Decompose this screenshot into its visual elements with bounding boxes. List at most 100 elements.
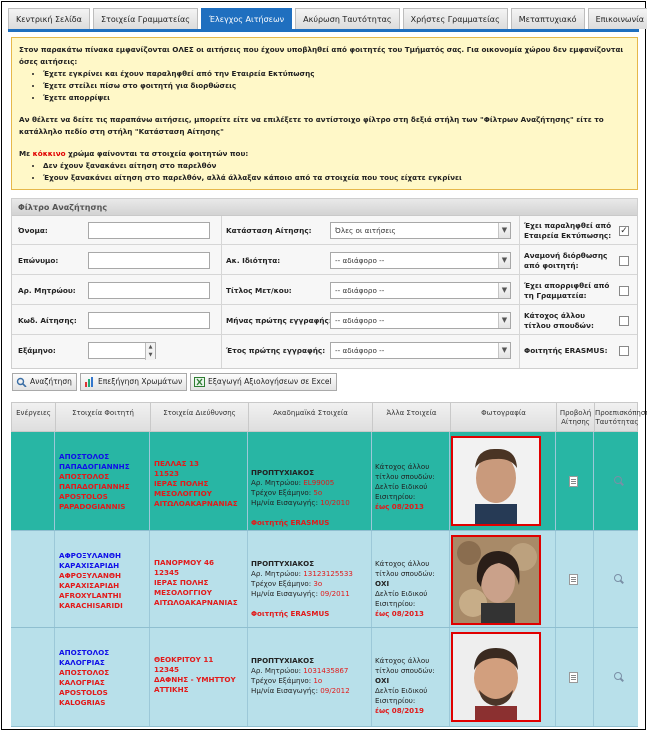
export-button-label: Εξαγωγή Αξιολογήσεων σε Excel [208,377,332,386]
am-value: 1031435867 [303,666,349,675]
year-label: Έτος πρώτης εγγραφής: [226,346,326,355]
address-line: 11523 [154,469,180,478]
student-name-line: ΚΑΡΑΧΙΣΑΡΙΔΗ [59,581,120,590]
magnifier-icon[interactable] [614,574,622,582]
column-header[interactable]: Στοιχεία Φοιτητή [56,403,151,433]
app-code-input[interactable] [88,312,210,329]
month-select[interactable]: -- αδιάφορο -- ▼ [330,312,511,329]
tab-item[interactable]: Μεταπτυχιακό [510,8,585,29]
notice-bullet: Έχετε στείλει πίσω στο φοιτητή για διορθ… [43,80,630,92]
semester-input[interactable]: ▲ ▼ [88,342,156,360]
other-title-value: ΟΧΙ [375,579,390,588]
student-names: ΑΠΟΣΤΟΛΟΣ ΠΑΠΑΔΟΓΙΑΝΝΗΣ ΑΠΟΣΤΟΛΟΣ ΠΑΠΑΔΟΓΙΑ… [59,452,149,512]
student-name-line: PAPADOGIANNIS [59,502,126,511]
excel-icon [194,377,205,387]
entry-value: 09/2012 [320,686,350,695]
first-name-input[interactable] [88,222,210,239]
tab-item[interactable]: Χρήστες Γραμματείας [402,8,508,29]
magnifier-icon[interactable] [614,476,622,484]
other-info: Κάτοχος άλλου τίτλου σπουδών: ΟΧΙ Δελτίο Ε… [375,656,447,716]
am-label: Αρ. Μητρώου: [18,286,76,295]
column-header[interactable]: Προεπισκόπηση Ταυτότητας [595,403,647,433]
first-name-label: Όνομα: [18,226,48,235]
search-button[interactable]: Αναζήτηση [12,373,77,391]
colors-button[interactable]: Επεξήγηση Χρωμάτων [80,373,188,391]
address-line: ΜΕΣΟΛΟΓΓΙΟΥ [154,588,212,597]
student-name-line: KARACHISARIDI [59,601,123,610]
academic-info: ΠΡΟΠΤΥΧΙΑΚΟΣ Αρ. Μητρώου: 1031435867 Τρέχο… [251,656,371,696]
page-frame: Κεντρική Σελίδα Στοιχεία Γραμματείας Έλεγχ… [1,1,647,730]
semester-value: 1ο [313,676,323,685]
view-application-icon[interactable] [569,574,578,585]
search-button-label: Αναζήτηση [30,377,72,386]
magnifier-icon[interactable] [614,672,622,680]
address-line: ΠΑΝΟΡΜΟΥ 46 [154,558,214,567]
last-name-input[interactable] [88,252,210,269]
semester-label: Εξάμηνο: [18,346,56,355]
rejected-checkbox[interactable] [619,286,629,296]
am-input[interactable] [88,282,210,299]
address-line: ΜΕΣΟΛΟΓΓΙΟΥ [154,489,212,498]
column-header[interactable]: Στοιχεία Διεύθυνσης [151,403,249,433]
erasmus-checkbox[interactable] [619,346,629,356]
pass-validity: έως 08/2019 [375,706,424,715]
am-label: Αρ. Μητρώου: [251,478,304,487]
student-name-line: ΚΑΛΟΓΡΙΑΣ [59,658,105,667]
student-name-line: ΠΑΠΑΔΟΓΙΑΝΝΗΣ [59,482,130,491]
chevron-down-icon: ▼ [498,283,510,298]
column-header[interactable]: Ακαδημαϊκά Στοιχεία [249,403,373,433]
awaiting-checkbox[interactable] [619,256,629,266]
pass-label: Δελτίο Ειδικού Εισιτηρίου: [375,686,428,705]
entry-date: Ημ/νία Εισαγωγής: 10/2010 [251,498,371,508]
am-value: EL99005 [303,478,335,487]
pass-label: Δελτίο Ειδικού Εισιτηρίου: [375,482,428,501]
student-name-line: ΑΦΡΟΞΥΛΑΝΘΗ [59,551,122,560]
tab-item[interactable]: Επικοινωνία [587,8,647,29]
notice-filter-hint: Αν θέλετε να δείτε τις παραπάνω αιτήσεις… [19,115,604,136]
semester-value: 5ο [313,488,323,497]
view-application-icon[interactable] [569,476,578,487]
postgrad-select[interactable]: -- αδιάφορο -- ▼ [330,282,511,299]
export-excel-button[interactable]: Εξαγωγή Αξιολογήσεων σε Excel [190,373,337,391]
color-prefix: Με [19,149,33,158]
year-select-value: -- αδιάφορο -- [335,346,385,355]
column-header[interactable]: Φωτογραφία [451,403,557,433]
table-cell [11,531,55,627]
column-header[interactable]: Άλλα Στοιχεία [373,403,451,433]
study-level: ΠΡΟΠΤΥΧΙΑΚΟΣ [251,559,315,568]
entry-value: 10/2010 [320,498,350,507]
am-value: 13123125533 [303,569,353,578]
tab-item[interactable]: Κεντρική Σελίδα [8,8,90,29]
year-select[interactable]: -- αδιάφορο -- ▼ [330,342,511,359]
table-row: ΑΠΟΣΤΟΛΟΣ ΠΑΠΑΔΟΓΙΑΝΝΗΣ ΑΠΟΣΤΟΛΟΣ ΠΑΠΑΔΟΓΙΑ… [11,432,638,531]
notice-bullet: Έχουν ξανακάνει αίτηση στο παρελθόν, αλλ… [43,172,630,184]
academic-info: ΠΡΟΠΤΥΧΙΑΚΟΣ Αρ. Μητρώου: 13123125533 Τρέχ… [251,559,371,619]
tab-item[interactable]: Έλεγχος Αιτήσεων [201,8,293,29]
current-semester: Τρέχον Εξάμηνο: 1ο [251,676,371,686]
address-line: 12345 [154,568,180,577]
table-cell [11,628,55,726]
postgrad-label: Τίτλος Μετ/κου: [226,286,292,295]
tab-item[interactable]: Στοιχεία Γραμματείας [92,8,198,29]
entry-label: Ημ/νία Εισαγωγής: [251,589,321,598]
column-header[interactable]: Προβολή Αίτησης [557,403,595,433]
am-label: Αρ. Μητρώου: [251,569,304,578]
spinner-icon[interactable]: ▲ ▼ [145,343,155,360]
other-title-checkbox[interactable] [619,316,629,326]
column-header[interactable]: Ενέργειες [12,403,56,433]
erasmus-label: Φοιτητής ERASMUS: [524,345,608,355]
app-code-label: Κωδ. Αίτησης: [18,316,77,325]
student-name-line: KALOGRIAS [59,698,106,707]
tab-item[interactable]: Ακύρωση Ταυτότητας [295,8,400,29]
acad-label: Ακ. Ιδιότητα: [226,256,281,265]
received-checkbox[interactable]: ✓ [619,226,629,236]
info-notice: Στον παρακάτω πίνακα εμφανίζονται ΟΛΕΣ ο… [11,37,638,190]
student-name-line: ΑΠΟΣΤΟΛΟΣ [59,668,110,677]
entry-date: Ημ/νία Εισαγωγής: 09/2011 [251,589,371,599]
acad-select[interactable]: -- αδιάφορο -- ▼ [330,252,511,269]
current-semester: Τρέχον Εξάμηνο: 3ο [251,579,371,589]
status-select[interactable]: Όλες οι αιτήσεις ▼ [330,222,511,239]
view-application-icon[interactable] [569,672,578,683]
entry-label: Ημ/νία Εισαγωγής: [251,498,321,507]
address-line: ΑΙΤΩΛΟΑΚΑΡΝΑΝΙΑΣ [154,598,238,607]
